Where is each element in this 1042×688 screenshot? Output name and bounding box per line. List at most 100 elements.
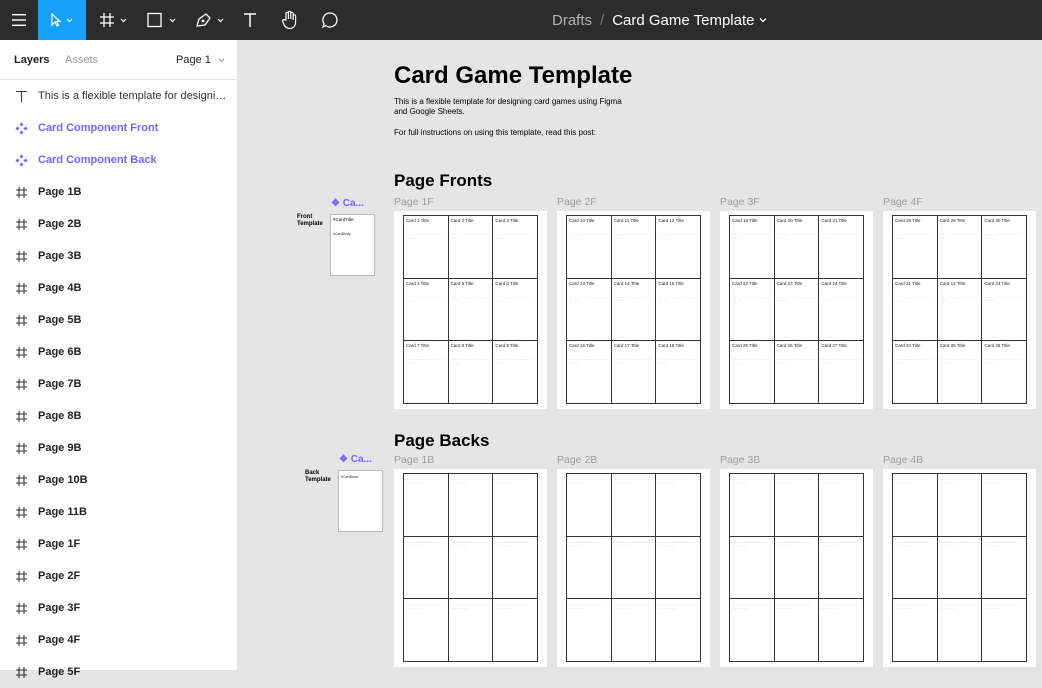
doc-title[interactable]: Card Game Template (394, 62, 632, 90)
card[interactable]: Card 20 Title ····· ·· ····· ···· ···· ··… (774, 216, 820, 279)
card[interactable]: ···· ·· ····· ···· ····· ···· ···· ·· ··… (937, 599, 983, 662)
card[interactable]: Card 11 Title ····· ·· ····· ···· ···· ··… (611, 216, 657, 279)
card[interactable]: ···· ·· ····· ···· ····· ···· ···· ·· ··… (937, 474, 983, 537)
front-page-frame[interactable]: Card 10 Title ····· ·· ····· ···· ···· ··… (557, 211, 710, 409)
layer-item[interactable]: Page 4B (0, 272, 237, 304)
card[interactable]: Card 10 Title ····· ·· ····· ···· ···· ··… (567, 216, 612, 279)
layer-item[interactable]: Card Component Front (0, 112, 237, 144)
front-page-label[interactable]: Page 2F (557, 196, 597, 208)
card[interactable]: Card 30 Title ····· ·· ····· ···· ···· ··… (982, 216, 1027, 279)
card[interactable]: Card 17 Title ····· ·· ····· ···· ···· ··… (611, 341, 657, 404)
card[interactable]: ···· ·· ····· ···· ····· ···· ···· ·· ··… (611, 599, 657, 662)
back-page-frame[interactable]: ···· ·· ····· ···· ····· ···· ···· ·· ··… (883, 469, 1036, 667)
card[interactable]: ···· ·· ····· ···· ····· ···· ···· ·· ··… (404, 474, 449, 537)
back-page-label[interactable]: Page 4B (883, 454, 923, 466)
card[interactable]: Card 24 Title ····· ·· ····· ···· ···· ··… (819, 278, 864, 342)
page-backs-heading[interactable]: Page Backs (394, 431, 489, 451)
layer-item[interactable]: Page 9B (0, 432, 237, 464)
comment-tool-button[interactable] (316, 0, 344, 40)
text-tool-button[interactable] (236, 0, 264, 40)
card[interactable]: ···· ·· ····· ···· ····· ···· ···· ·· ··… (448, 536, 494, 600)
chevron-down-icon[interactable] (759, 17, 767, 23)
card[interactable]: Card 2 Title ····· ·· ····· ···· ···· ···… (448, 216, 494, 279)
card[interactable]: ···· ·· ····· ···· ····· ···· ···· ·· ··… (656, 599, 701, 662)
card[interactable]: Card 21 Title ····· ·· ····· ···· ···· ··… (819, 216, 864, 279)
card[interactable]: ···· ·· ····· ···· ····· ···· ···· ·· ··… (493, 474, 538, 537)
card[interactable]: ···· ·· ····· ···· ····· ···· ···· ·· ··… (567, 536, 612, 600)
card[interactable]: Card 12 Title ····· ·· ····· ···· ···· ··… (656, 216, 701, 279)
page-fronts-heading[interactable]: Page Fronts (394, 171, 492, 191)
main-menu-button[interactable] (0, 0, 38, 40)
card[interactable]: Card 26 Title ····· ·· ····· ···· ···· ··… (774, 341, 820, 404)
card[interactable]: ···· ·· ····· ···· ····· ···· ···· ·· ··… (819, 536, 864, 600)
layer-item[interactable]: Page 8B (0, 400, 237, 432)
pen-tool-button[interactable] (192, 0, 228, 40)
layer-item[interactable]: Page 3F (0, 592, 237, 624)
card[interactable]: ···· ·· ····· ···· ····· ···· ···· ·· ··… (730, 474, 775, 537)
card[interactable]: ···· ·· ····· ···· ····· ···· ···· ·· ··… (774, 536, 820, 600)
page-selector[interactable]: Page 1 (176, 54, 225, 66)
card[interactable]: ···· ·· ····· ···· ····· ···· ···· ·· ··… (448, 474, 494, 537)
card[interactable]: ···· ·· ····· ···· ····· ···· ···· ·· ··… (893, 536, 938, 600)
card[interactable]: ···· ·· ····· ···· ····· ···· ···· ·· ··… (656, 474, 701, 537)
front-page-frame[interactable]: Card 28 Title ····· ·· ····· ···· ···· ··… (883, 211, 1036, 409)
back-component-name[interactable]: ❖ Ca... (339, 454, 372, 465)
card[interactable]: ···· ·· ····· ···· ····· ···· ···· ·· ··… (611, 536, 657, 600)
card[interactable]: ···· ·· ····· ···· ····· ···· ···· ·· ··… (937, 536, 983, 600)
card[interactable]: Card 34 Title ····· ·· ····· ···· ···· ··… (893, 341, 938, 404)
card[interactable]: ···· ·· ····· ···· ····· ···· ···· ·· ··… (611, 474, 657, 537)
card[interactable]: ···· ·· ····· ···· ····· ···· ···· ·· ··… (982, 474, 1027, 537)
layer-item[interactable]: Page 3B (0, 240, 237, 272)
card[interactable]: Card 27 Title ····· ·· ····· ···· ···· ··… (819, 341, 864, 404)
card[interactable]: ···· ·· ····· ···· ····· ···· ···· ·· ··… (982, 599, 1027, 662)
card[interactable]: Card 25 Title ····· ·· ····· ···· ···· ··… (730, 341, 775, 404)
front-page-frame[interactable]: Card 19 Title ····· ·· ····· ···· ···· ··… (720, 211, 873, 409)
front-page-label[interactable]: Page 1F (394, 196, 434, 208)
back-page-frame[interactable]: ···· ·· ····· ···· ····· ···· ···· ·· ··… (557, 469, 710, 667)
card[interactable]: Card 23 Title ····· ·· ····· ···· ···· ··… (774, 278, 820, 342)
card[interactable]: Card 15 Title ····· ·· ····· ···· ···· ··… (656, 278, 701, 342)
card[interactable]: ···· ·· ····· ···· ····· ···· ···· ·· ··… (774, 474, 820, 537)
front-page-label[interactable]: Page 4F (883, 196, 923, 208)
card[interactable]: Card 1 Title ····· ·· ····· ···· ···· ···… (404, 216, 449, 279)
tab-assets[interactable]: Assets (65, 54, 98, 66)
card[interactable]: ···· ·· ····· ···· ····· ···· ···· ·· ··… (404, 599, 449, 662)
layer-item[interactable]: Page 4F (0, 624, 237, 656)
card[interactable]: Card 14 Title ····· ·· ····· ···· ···· ··… (611, 278, 657, 342)
shape-tool-button[interactable] (144, 0, 180, 40)
back-template-card[interactable]: #CardBack · (338, 470, 383, 532)
card[interactable]: ···· ·· ····· ···· ····· ···· ···· ·· ··… (493, 536, 538, 600)
card[interactable]: ···· ·· ····· ···· ····· ···· ···· ·· ··… (567, 474, 612, 537)
card[interactable]: Card 36 Title ····· ·· ····· ···· ···· ··… (982, 341, 1027, 404)
card[interactable]: Card 4 Title ····· ·· ····· ···· ···· ···… (404, 278, 449, 342)
card[interactable]: ···· ·· ····· ···· ····· ···· ···· ·· ··… (982, 536, 1027, 600)
card[interactable]: Card 9 Title ····· ·· ····· ···· ···· ···… (493, 341, 538, 404)
layer-item[interactable]: Page 6B (0, 336, 237, 368)
card[interactable]: ···· ·· ····· ···· ····· ···· ···· ·· ··… (448, 599, 494, 662)
card[interactable]: Card 6 Title ····· ·· ····· ···· ···· ···… (493, 278, 538, 342)
back-page-label[interactable]: Page 1B (394, 454, 434, 466)
front-page-frame[interactable]: Card 1 Title ····· ·· ····· ···· ···· ···… (394, 211, 547, 409)
card[interactable]: ···· ·· ····· ···· ····· ···· ···· ·· ··… (819, 599, 864, 662)
layer-item[interactable]: Card Component Back (0, 144, 237, 176)
frame-tool-button[interactable] (96, 0, 132, 40)
layer-item[interactable]: Page 1F (0, 528, 237, 560)
card[interactable]: Card 33 Title ····· ·· ····· ···· ···· ··… (982, 278, 1027, 342)
canvas[interactable]: Card Game Template This is a flexible te… (238, 40, 1042, 670)
layer-item[interactable]: Page 5B (0, 304, 237, 336)
back-page-label[interactable]: Page 2B (557, 454, 597, 466)
card[interactable]: Card 5 Title ····· ·· ····· ···· ···· ···… (448, 278, 494, 342)
back-page-label[interactable]: Page 3B (720, 454, 760, 466)
card[interactable]: ···· ·· ····· ···· ····· ···· ···· ·· ··… (730, 599, 775, 662)
card[interactable]: Card 28 Title ····· ·· ····· ···· ···· ··… (893, 216, 938, 279)
card[interactable]: Card 18 Title ····· ·· ····· ···· ···· ··… (656, 341, 701, 404)
card[interactable]: ···· ·· ····· ···· ····· ···· ···· ·· ··… (567, 599, 612, 662)
card[interactable]: Card 13 Title ····· ·· ····· ···· ···· ··… (567, 278, 612, 342)
doc-description[interactable]: This is a flexible template for designin… (394, 97, 634, 117)
layer-item[interactable]: Page 7B (0, 368, 237, 400)
card[interactable]: ···· ·· ····· ···· ····· ···· ···· ·· ··… (656, 536, 701, 600)
layer-item[interactable]: Page 10B (0, 464, 237, 496)
card[interactable]: ···· ·· ····· ···· ····· ···· ···· ·· ··… (493, 599, 538, 662)
card[interactable]: ···· ·· ····· ···· ····· ···· ···· ·· ··… (774, 599, 820, 662)
card[interactable]: Card 31 Title ····· ·· ····· ···· ···· ··… (893, 278, 938, 342)
